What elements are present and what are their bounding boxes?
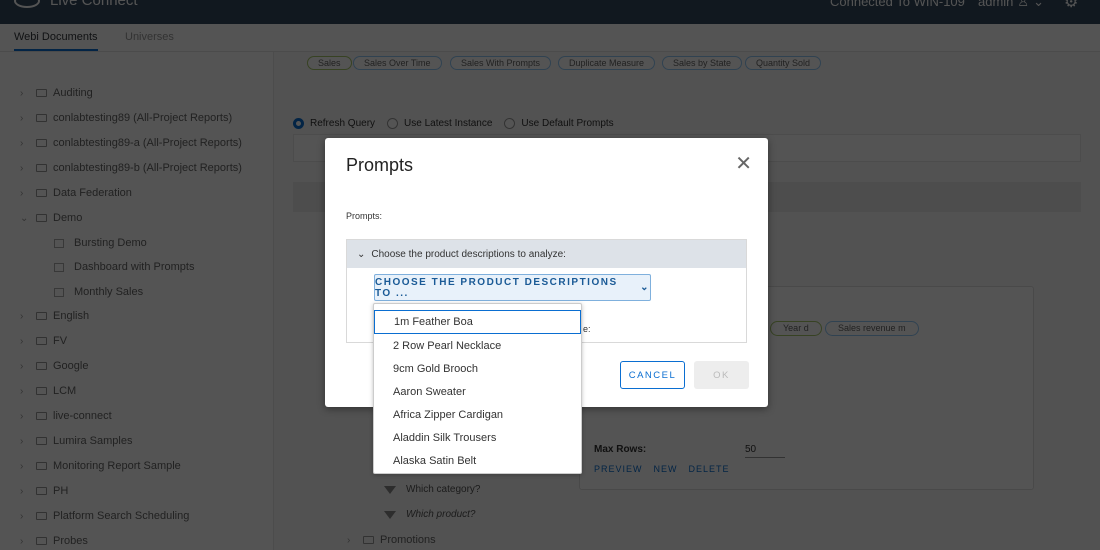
ok-button[interactable]: OK [694,361,749,389]
choose-values-button[interactable]: CHOOSE THE PRODUCT DESCRIPTIONS TO ... ⌄ [374,274,651,301]
prompt-header[interactable]: ⌄ Choose the product descriptions to ana… [347,240,746,268]
chevron-down-icon: ⌄ [640,282,650,293]
cancel-button[interactable]: CANCEL [620,361,685,389]
partial-label: e: [583,324,591,334]
option-item[interactable]: 2 Row Pearl Necklace [374,334,581,357]
option-item[interactable]: Africa Zipper Cardigan [374,403,581,426]
option-item[interactable]: Alaska Satin Belt [374,449,581,472]
chevron-down-icon: ⌄ [357,248,366,260]
option-item[interactable]: 1m Feather Boa [374,310,581,334]
prompts-label: Prompts: [346,211,383,221]
product-options-list: 1m Feather Boa 2 Row Pearl Necklace 9cm … [373,303,582,474]
option-item[interactable]: Aladdin Silk Trousers [374,426,581,449]
option-item[interactable]: Aaron Sweater [374,380,581,403]
prompt-heading: Choose the product descriptions to analy… [371,248,566,260]
option-item[interactable]: 9cm Gold Brooch [374,357,581,380]
choose-button-label: CHOOSE THE PRODUCT DESCRIPTIONS TO ... [375,276,618,299]
close-icon[interactable]: ✕ [735,154,752,174]
dialog-title: Prompts [346,155,414,175]
